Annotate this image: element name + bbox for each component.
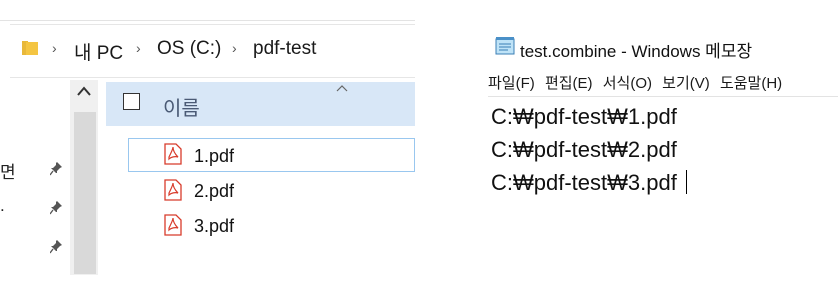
notepad-icon <box>495 37 515 55</box>
pin-icon <box>50 162 62 176</box>
breadcrumb-this-pc[interactable]: 내 PC <box>74 38 123 65</box>
menu-help[interactable]: 도움말(H) <box>720 75 782 92</box>
menu-divider <box>488 96 838 97</box>
file-name[interactable]: 2.pdf <box>194 181 234 202</box>
scroll-up-icon[interactable] <box>77 86 91 96</box>
window-title: test.combine - Windows 메모장 <box>520 42 753 61</box>
menu-view[interactable]: 보기(V) <box>662 75 710 92</box>
text-line[interactable]: C:₩pdf-test₩1.pdf <box>491 104 677 130</box>
sort-ascending-icon <box>336 85 348 92</box>
explorer-top-border <box>0 20 415 21</box>
pdf-file-icon <box>164 143 182 165</box>
pin-icon <box>50 201 62 215</box>
column-header-row[interactable] <box>106 82 415 126</box>
folder-icon <box>22 41 38 55</box>
chevron-right-icon[interactable]: › <box>136 40 141 56</box>
text-line[interactable]: C:₩pdf-test₩2.pdf <box>491 137 677 163</box>
text-line[interactable]: C:₩pdf-test₩3.pdf <box>491 170 677 196</box>
chevron-right-icon[interactable]: › <box>232 40 237 56</box>
file-name[interactable]: 3.pdf <box>194 216 234 237</box>
menu-edit[interactable]: 편집(E) <box>545 75 593 92</box>
pin-icon <box>50 240 62 254</box>
select-all-checkbox[interactable] <box>123 93 140 110</box>
chevron-right-icon[interactable]: › <box>52 40 57 56</box>
file-name[interactable]: 1.pdf <box>194 146 234 167</box>
menu-file[interactable]: 파일(F) <box>488 75 535 92</box>
menu-format[interactable]: 서식(O) <box>603 75 652 92</box>
nav-item-fragment[interactable]: 면 <box>0 158 16 183</box>
nav-item-fragment[interactable]: . <box>0 196 5 216</box>
breadcrumb-os-c[interactable]: OS (C:) <box>157 38 221 60</box>
text-caret <box>686 170 687 194</box>
scrollbar-thumb[interactable] <box>74 112 96 274</box>
pdf-file-icon <box>164 214 182 236</box>
pdf-file-icon <box>164 179 182 201</box>
breadcrumb-pdf-test[interactable]: pdf-test <box>253 38 316 60</box>
column-header-name[interactable]: 이름 <box>163 92 200 121</box>
menu-bar: 파일(F) 편집(E) 서식(O) 보기(V) 도움말(H) <box>488 72 788 93</box>
